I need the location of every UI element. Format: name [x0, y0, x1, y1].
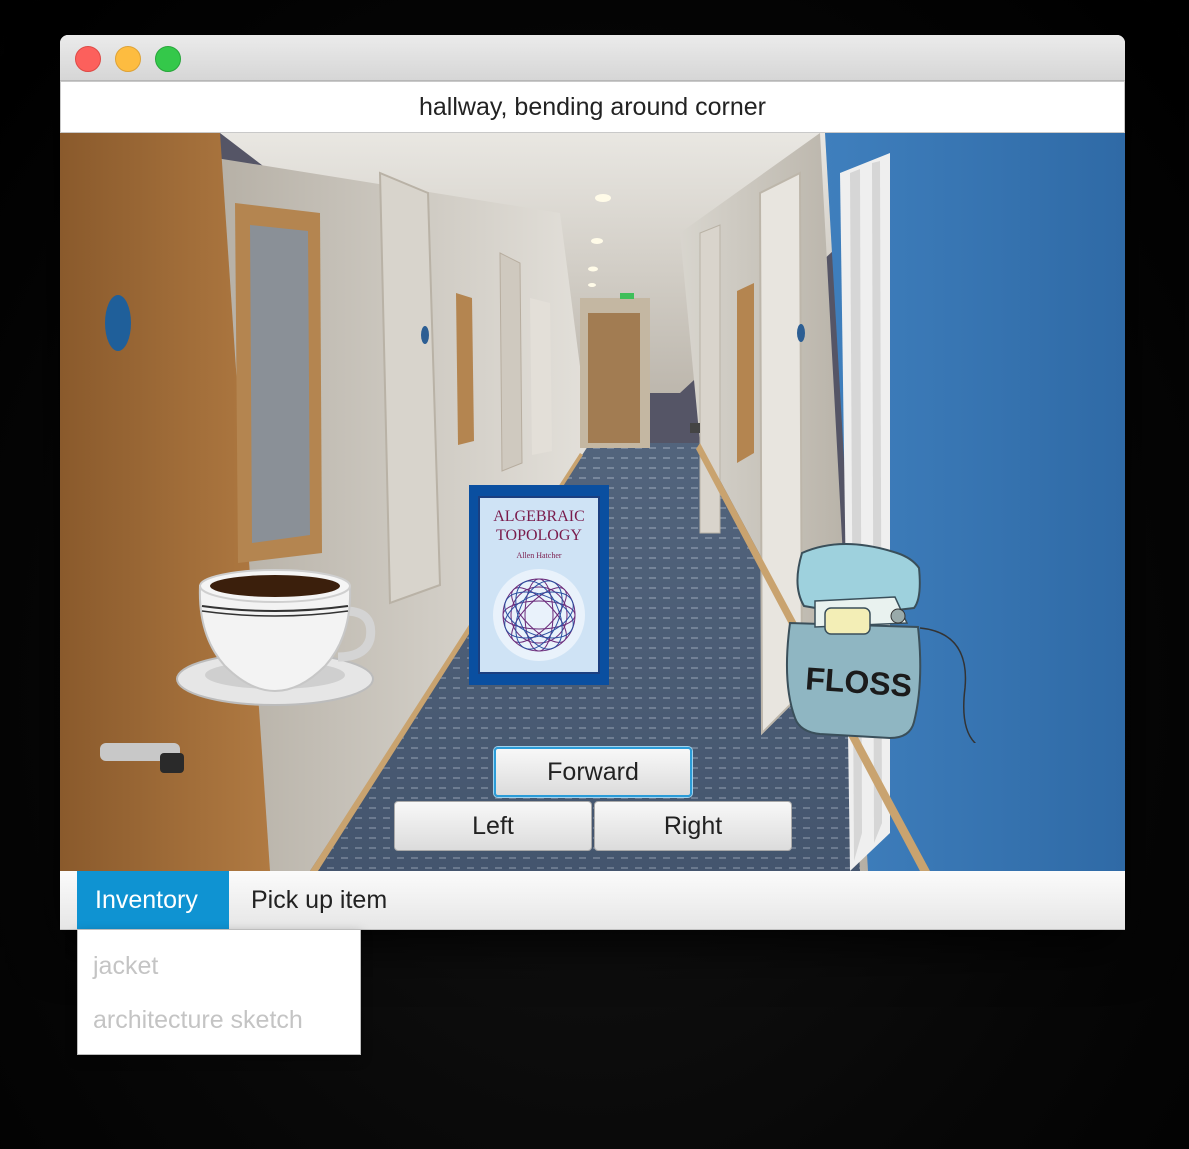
inventory-menu[interactable]: Inventory — [77, 871, 229, 929]
floss-icon[interactable]: FLOSS — [780, 543, 1020, 743]
scene-view: ALGEBRAIC TOPOLOGY Allen Hatcher FLOSS F… — [60, 133, 1125, 871]
pick-up-item-menu[interactable]: Pick up item — [233, 871, 405, 929]
floss-label: FLOSS — [804, 660, 913, 703]
location-title: hallway, bending around corner — [60, 81, 1125, 133]
coffee-cup-icon[interactable] — [175, 561, 380, 711]
book-title-line1: ALGEBRAIC — [493, 508, 585, 525]
forward-button[interactable]: Forward — [494, 747, 692, 797]
inventory-dropdown: jacket architecture sketch — [77, 929, 361, 1055]
menu-bar: Inventory Pick up item — [60, 871, 1125, 930]
book-icon[interactable]: ALGEBRAIC TOPOLOGY Allen Hatcher — [469, 485, 609, 685]
inventory-item-jacket[interactable]: jacket — [93, 952, 158, 981]
left-button[interactable]: Left — [394, 801, 592, 851]
right-button[interactable]: Right — [594, 801, 792, 851]
book-author: Allen Hatcher — [516, 551, 561, 560]
title-bar — [60, 35, 1125, 81]
inventory-item-architecture-sketch[interactable]: architecture sketch — [93, 1006, 303, 1035]
game-window: hallway, bending around corner ALGEBRAIC… — [60, 35, 1125, 930]
book-title-line2: TOPOLOGY — [496, 527, 582, 544]
close-window-button[interactable] — [75, 46, 101, 72]
maximize-window-button[interactable] — [155, 46, 181, 72]
minimize-window-button[interactable] — [115, 46, 141, 72]
